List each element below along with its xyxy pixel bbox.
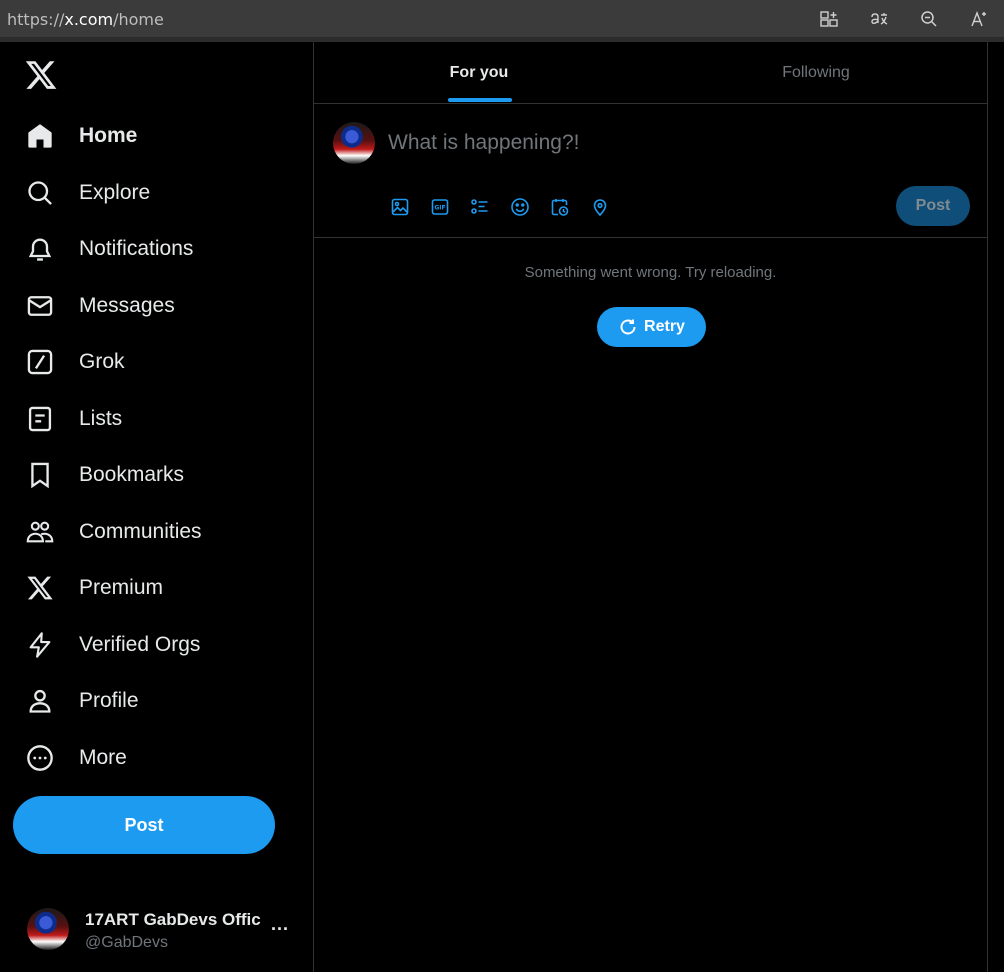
x-icon bbox=[24, 572, 56, 604]
sidebar-item-label: Verified Orgs bbox=[79, 633, 201, 656]
account-more-icon[interactable]: ... bbox=[271, 914, 289, 935]
compose-post-button[interactable]: Post bbox=[896, 186, 970, 226]
address-bar[interactable]: https://x.com/home bbox=[7, 10, 164, 29]
sidebar-item-verified-orgs[interactable]: Verified Orgs bbox=[24, 623, 200, 667]
location-icon[interactable] bbox=[590, 194, 630, 220]
sidebar-item-profile[interactable]: Profile bbox=[24, 679, 139, 723]
home-icon bbox=[24, 120, 56, 152]
sidebar-item-explore[interactable]: Explore bbox=[24, 171, 150, 215]
post-composer: GIF Post bbox=[314, 104, 987, 238]
post-button[interactable]: Post bbox=[13, 796, 275, 854]
emoji-icon[interactable] bbox=[510, 194, 550, 220]
translate-icon[interactable] bbox=[854, 0, 904, 38]
sidebar-item-label: Profile bbox=[79, 689, 139, 712]
sidebar-item-bookmarks[interactable]: Bookmarks bbox=[24, 453, 184, 497]
more-circle-icon bbox=[24, 742, 56, 774]
people-icon bbox=[24, 516, 56, 548]
gif-icon[interactable]: GIF bbox=[430, 194, 470, 220]
sidebar-item-premium[interactable]: Premium bbox=[24, 566, 163, 610]
read-aloud-icon[interactable] bbox=[954, 0, 1004, 38]
sidebar-item-label: Communities bbox=[79, 520, 202, 543]
sidebar-item-lists[interactable]: Lists bbox=[24, 397, 122, 441]
retry-label: Retry bbox=[644, 318, 685, 335]
sidebar-item-messages[interactable]: Messages bbox=[24, 284, 175, 328]
error-message: Something went wrong. Try reloading. bbox=[524, 264, 777, 281]
poll-icon[interactable] bbox=[470, 194, 510, 220]
compose-input[interactable] bbox=[388, 128, 948, 158]
search-icon bbox=[24, 177, 56, 209]
schedule-icon[interactable] bbox=[550, 194, 590, 220]
main-column: For you Following GIF P bbox=[313, 42, 988, 972]
avatar[interactable] bbox=[333, 122, 375, 164]
sidebar-item-label: More bbox=[79, 746, 127, 769]
composer-toolbar: GIF bbox=[390, 194, 630, 220]
sidebar-item-label: Messages bbox=[79, 294, 175, 317]
sidebar-item-label: Grok bbox=[79, 350, 125, 373]
sidebar-item-grok[interactable]: Grok bbox=[24, 340, 125, 384]
lightning-icon bbox=[24, 629, 56, 661]
retry-button[interactable]: Retry bbox=[597, 307, 706, 347]
sidebar-item-notifications[interactable]: Notifications bbox=[24, 227, 193, 271]
bookmark-icon bbox=[24, 459, 56, 491]
account-switcher[interactable]: 17ART GabDevs Offic @GabDevs ... bbox=[27, 904, 297, 956]
url-path: /home bbox=[113, 10, 164, 29]
avatar bbox=[27, 908, 69, 950]
zoom-out-icon[interactable] bbox=[904, 0, 954, 38]
url-scheme: https:// bbox=[7, 10, 65, 29]
grok-icon bbox=[24, 346, 56, 378]
account-name: 17ART GabDevs Offic bbox=[85, 910, 261, 929]
sidebar-item-label: Bookmarks bbox=[79, 463, 185, 486]
x-logo-icon[interactable] bbox=[24, 58, 60, 94]
timeline-tabs: For you Following bbox=[314, 42, 987, 104]
tab-for-you[interactable]: For you bbox=[314, 42, 644, 104]
list-icon bbox=[24, 403, 56, 435]
active-tab-indicator bbox=[448, 98, 512, 102]
sidebar-item-communities[interactable]: Communities bbox=[24, 510, 202, 554]
sidebar-item-label: Premium bbox=[79, 576, 164, 599]
sidebar-item-more[interactable]: More bbox=[24, 736, 127, 780]
browser-toolbar: https://x.com/home bbox=[0, 0, 1004, 38]
sidebar-item-label: Explore bbox=[79, 181, 151, 204]
sidebar: Home Explore Notifications Messages Grok… bbox=[0, 42, 313, 972]
bell-icon bbox=[24, 233, 56, 265]
refresh-icon bbox=[620, 319, 636, 335]
split-screen-icon[interactable] bbox=[804, 0, 854, 38]
sidebar-item-label: Home bbox=[79, 124, 138, 147]
sidebar-item-home[interactable]: Home bbox=[24, 114, 137, 158]
tab-following[interactable]: Following bbox=[651, 42, 981, 104]
url-host: x.com bbox=[64, 10, 114, 29]
sidebar-item-label: Notifications bbox=[79, 237, 194, 260]
svg-text:GIF: GIF bbox=[434, 205, 445, 212]
person-icon bbox=[24, 685, 56, 717]
envelope-icon bbox=[24, 290, 56, 322]
sidebar-item-label: Lists bbox=[79, 407, 123, 430]
image-icon[interactable] bbox=[390, 194, 430, 220]
account-handle: @GabDevs bbox=[85, 934, 168, 951]
